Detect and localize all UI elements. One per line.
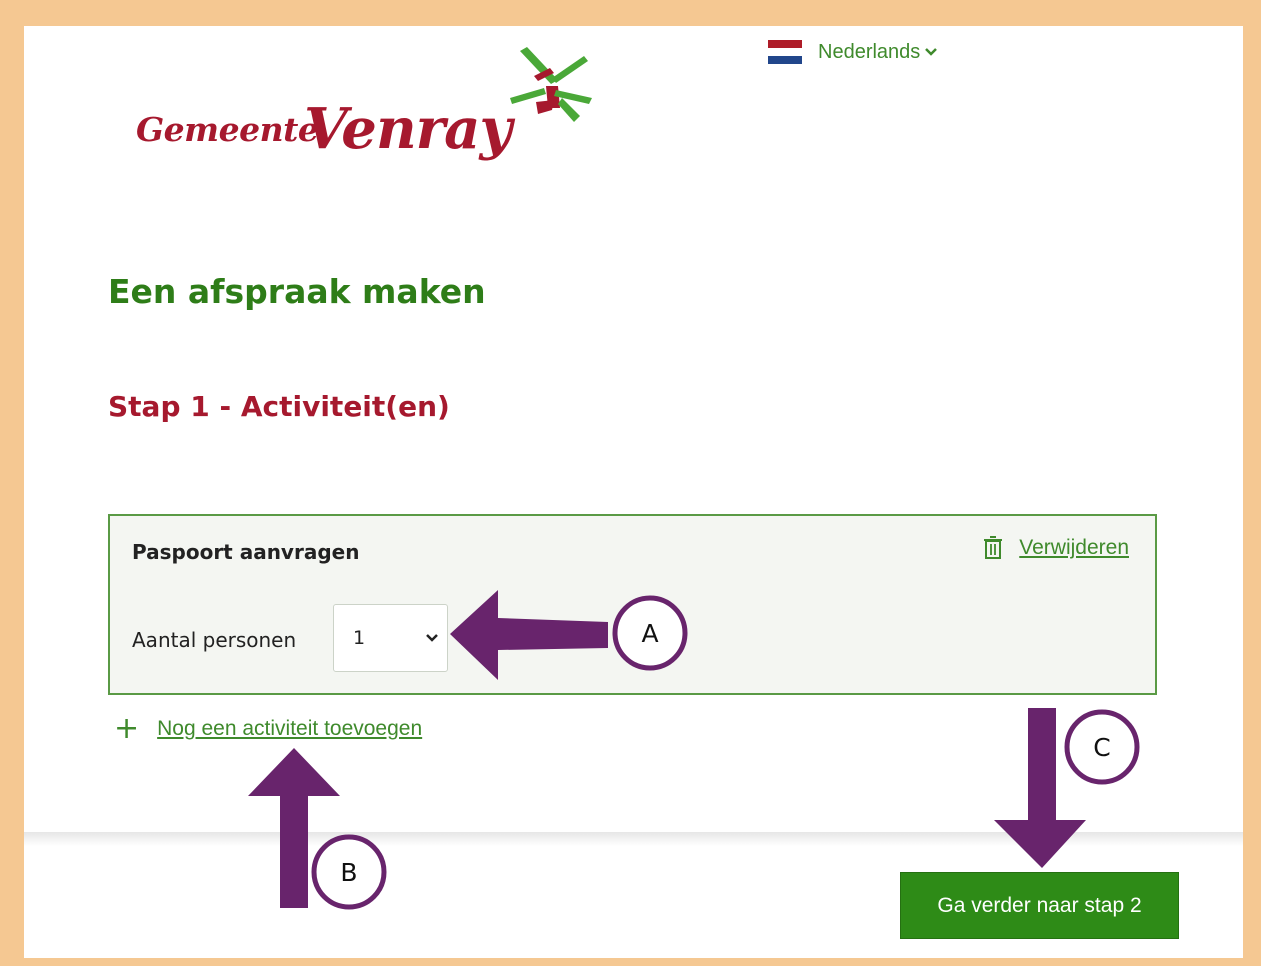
page-frame: Gemeente Venray Nederlands Een afspraak … [24,26,1243,958]
gemeente-venray-logo[interactable]: Gemeente Venray [136,46,606,181]
person-count-value: 1 [353,627,366,649]
logo-text-venray: Venray [304,96,512,162]
plus-icon: + [114,711,140,746]
next-step-button[interactable]: Ga verder naar stap 2 [900,872,1179,939]
netherlands-flag-icon [768,40,802,64]
trash-icon [984,536,1003,559]
activity-title: Paspoort aanvragen [132,540,360,564]
logo-star-icon [510,47,592,122]
chevron-down-icon [426,634,438,642]
person-count-label: Aantal personen [132,628,297,652]
add-activity-link[interactable]: + Nog een activiteit toevoegen [114,714,422,744]
remove-activity-button[interactable]: Verwijderen [983,536,1129,560]
activity-card: Paspoort aanvragen Verwijderen Aantal pe… [108,514,1157,695]
logo-text-gemeente: Gemeente [136,110,319,149]
language-selector[interactable]: Nederlands [768,40,938,64]
page-title: Een afspraak maken [108,272,486,311]
add-activity-label[interactable]: Nog een activiteit toevoegen [157,717,422,741]
step-title: Stap 1 - Activiteit(en) [108,390,450,423]
person-count-select[interactable]: 1 [333,604,448,672]
chevron-down-icon [925,48,938,56]
remove-activity-label[interactable]: Verwijderen [1019,536,1129,560]
language-label: Nederlands [818,40,921,63]
footer-divider [24,832,1243,846]
